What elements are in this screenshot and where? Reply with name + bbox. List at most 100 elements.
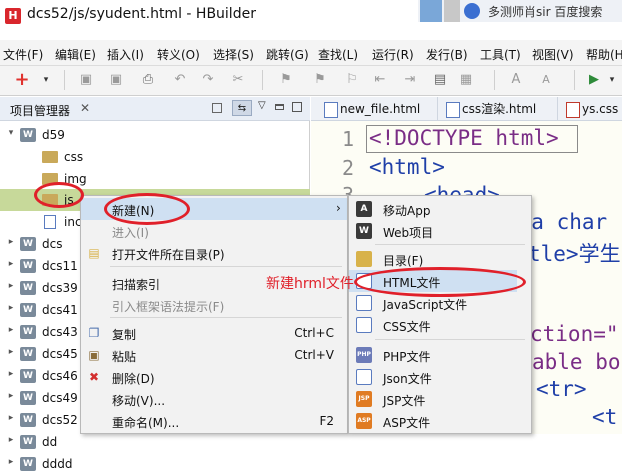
jump-end-icon[interactable]: ⇥ (402, 72, 418, 88)
bookmark-icon[interactable]: ⚑ (278, 72, 294, 88)
submenu-item[interactable] (348, 344, 532, 366)
save-icon[interactable]: ▣ (78, 72, 94, 88)
submenu-label: 目录(F) (383, 254, 424, 268)
menu-item[interactable]: 跳转(G) (266, 46, 309, 63)
tree-item-label: dcs39 (42, 281, 78, 295)
context-menu-label: 删除(D) (112, 372, 155, 386)
expand-arrow-icon[interactable]: ▸ (6, 369, 16, 379)
font-decrease-icon[interactable]: A (538, 72, 554, 88)
project-icon: W (20, 237, 36, 251)
toolbar-separator (494, 70, 495, 90)
submenu-label: Web项目 (383, 226, 434, 240)
project-icon: W (20, 457, 36, 471)
tree-item-label: dd (42, 435, 58, 449)
expand-arrow-icon[interactable]: ▸ (6, 281, 16, 291)
submenu-item[interactable] (348, 388, 532, 410)
run-icon[interactable]: ▶ (586, 72, 602, 88)
web-project-icon: W (356, 223, 372, 239)
cut-icon[interactable]: ✂ (230, 72, 246, 88)
submenu-item[interactable] (348, 314, 532, 336)
menu-item[interactable]: 编辑(E) (55, 46, 96, 63)
expand-arrow-icon[interactable]: ▸ (6, 237, 16, 247)
tree-item-label: dcs45 (42, 347, 78, 361)
menu-separator (375, 244, 525, 245)
menu-item[interactable]: 选择(S) (213, 46, 254, 63)
submenu-label: Json文件 (383, 372, 432, 386)
code-line: tle>学生 (528, 242, 621, 266)
code-line: <tr> (536, 377, 587, 401)
expand-arrow-icon[interactable]: ▾ (6, 128, 16, 138)
submenu-item[interactable] (348, 220, 532, 242)
expand-arrow-icon[interactable]: ▸ (6, 435, 16, 445)
minimize-view-icon[interactable] (212, 103, 222, 113)
submenu-item[interactable] (348, 198, 532, 220)
submenu-label: JavaScript文件 (383, 298, 468, 312)
code-line: <t (592, 405, 618, 429)
project-icon: W (20, 347, 36, 361)
html-file-icon (446, 102, 460, 118)
tab-css-render-html[interactable]: css渲染.html (440, 97, 558, 121)
maximize-icon[interactable] (292, 102, 302, 112)
font-increase-icon[interactable]: A (508, 72, 524, 88)
menu-item[interactable]: 工具(T) (480, 46, 521, 63)
line-number: 1 (342, 127, 355, 151)
jump-start-icon[interactable]: ⇤ (372, 72, 388, 88)
expand-arrow-icon[interactable]: ▸ (6, 259, 16, 269)
annotation-text: 新建hrml文件 (266, 276, 354, 292)
tree-item-label: dcs11 (42, 259, 78, 273)
code-line: able bord (532, 350, 622, 374)
tree-item-label: dcs41 (42, 303, 78, 317)
project-icon: W (20, 259, 36, 273)
context-menu-label: 复制 (112, 328, 137, 342)
annotation-oval-html-file (354, 267, 526, 297)
menu-item[interactable]: 查找(L) (318, 46, 358, 63)
expand-arrow-icon[interactable]: ▸ (6, 413, 16, 423)
copy-icon: ❐ (88, 326, 100, 340)
expand-arrow-icon[interactable]: ▸ (6, 391, 16, 401)
bookmark-next-icon[interactable]: ⚑ (312, 72, 328, 88)
view-menu-icon[interactable]: ▽ (258, 100, 266, 111)
undo-icon[interactable]: ↶ (172, 72, 188, 88)
minimize-icon[interactable] (275, 104, 284, 110)
tree-item-label: dcs43 (42, 325, 78, 339)
asp-file-icon: ASP (356, 413, 372, 429)
expand-arrow-icon[interactable]: ▸ (6, 303, 16, 313)
menu-item[interactable]: 运行(R) (372, 46, 414, 63)
bookmark-prev-icon[interactable]: ⚐ (344, 72, 360, 88)
folder-icon (356, 251, 372, 267)
submenu-item[interactable] (348, 366, 532, 388)
format-icon[interactable]: ▤ (432, 72, 448, 88)
expand-arrow-icon[interactable]: ▸ (6, 347, 16, 357)
menu-item[interactable]: 转义(O) (157, 46, 200, 63)
save-all-icon[interactable]: ▣ (108, 72, 124, 88)
close-icon[interactable]: ✕ (80, 101, 90, 115)
project-icon: W (20, 413, 36, 427)
tab-ys-css[interactable]: ys.css (560, 97, 622, 121)
new-plus-icon[interactable]: + (14, 71, 30, 89)
code-line: <html> (369, 155, 445, 179)
new-dropdown-icon[interactable]: ▾ (38, 72, 54, 88)
css-file-icon (356, 317, 372, 333)
run-dropdown-icon[interactable]: ▾ (604, 72, 620, 88)
annotation-oval-js (34, 182, 84, 208)
expand-arrow-icon[interactable]: ▸ (6, 457, 16, 467)
print-icon[interactable]: ⎙ (140, 72, 156, 88)
redo-icon[interactable]: ↷ (200, 72, 216, 88)
project-icon: W (20, 391, 36, 405)
tab-new-file-html[interactable]: new_file.html (318, 97, 438, 121)
submenu-label: ASP文件 (383, 416, 431, 430)
menu-item[interactable]: 插入(I) (107, 46, 144, 63)
menu-separator (110, 317, 342, 318)
menu-item[interactable]: 视图(V) (532, 46, 574, 63)
link-editor-icon[interactable]: ⇆ (232, 100, 252, 116)
menu-item[interactable]: 文件(F) (3, 46, 43, 63)
expand-arrow-icon[interactable]: ▸ (6, 325, 16, 335)
submenu-item[interactable] (348, 410, 532, 432)
menu-item[interactable]: 帮助(H) (586, 46, 622, 63)
paste-icon: ▣ (88, 348, 100, 362)
submenu-label: JSP文件 (383, 394, 426, 408)
comment-icon[interactable]: ▦ (458, 72, 474, 88)
context-menu-label: 重命名(M)... (112, 416, 180, 430)
menu-item[interactable]: 发行(B) (426, 46, 468, 63)
baidu-paw-icon (464, 3, 480, 19)
